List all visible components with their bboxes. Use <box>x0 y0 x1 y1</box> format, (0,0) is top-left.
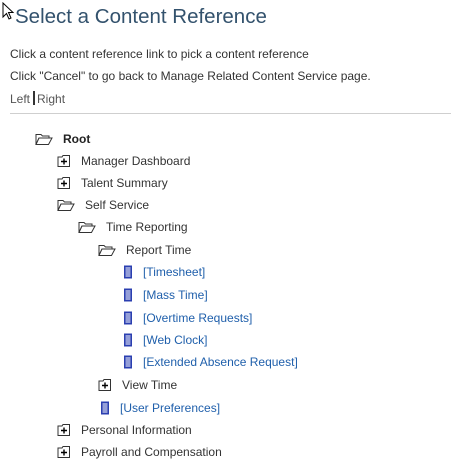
tree-node-label: Personal Information <box>81 423 192 437</box>
tree-node-label: Root <box>63 132 91 146</box>
content-reference-link[interactable]: [Mass Time] <box>143 288 208 302</box>
tree-node-payroll-and-compensation[interactable]: Payroll and Compensation <box>57 444 222 460</box>
tree-leaf-web-clock[interactable]: [Web Clock] <box>123 332 207 348</box>
tree-leaf-mass-time[interactable]: [Mass Time] <box>123 287 208 303</box>
expand-plus-icon[interactable] <box>57 154 71 168</box>
tree-leaf-user-preferences[interactable]: [User Preferences] <box>100 400 220 416</box>
left-right-toggle: Left Right <box>10 91 65 106</box>
tree-node-label: Manager Dashboard <box>81 154 191 168</box>
expand-plus-icon[interactable] <box>57 176 71 190</box>
document-icon <box>123 265 133 279</box>
tree-node-label: Report Time <box>126 243 192 257</box>
tree-node-personal-information[interactable]: Personal Information <box>57 422 192 438</box>
tree-leaf-extended-absence-request[interactable]: [Extended Absence Request] <box>123 354 298 370</box>
open-folder-icon[interactable] <box>98 243 116 257</box>
open-folder-icon[interactable] <box>35 132 53 146</box>
tree-node-label: Time Reporting <box>106 220 188 234</box>
tree-leaf-timesheet[interactable]: [Timesheet] <box>123 264 205 280</box>
content-reference-link[interactable]: [Overtime Requests] <box>143 311 252 325</box>
tree-node-report-time[interactable]: Report Time <box>98 242 191 258</box>
tree-node-view-time[interactable]: View Time <box>98 377 177 393</box>
tree-node-label: Talent Summary <box>81 176 168 190</box>
expand-plus-icon[interactable] <box>98 378 112 392</box>
tree-node-manager-dashboard[interactable]: Manager Dashboard <box>57 153 190 169</box>
header-divider <box>10 113 451 114</box>
content-reference-link[interactable]: [Extended Absence Request] <box>143 355 298 369</box>
tree-node-talent-summary[interactable]: Talent Summary <box>57 175 168 191</box>
content-reference-link[interactable]: [Web Clock] <box>143 333 207 347</box>
document-icon <box>123 311 133 325</box>
document-icon <box>123 288 133 302</box>
tree-node-label: View Time <box>122 378 178 392</box>
page-title: Select a Content Reference <box>15 5 267 28</box>
tree-node-root[interactable]: Root <box>35 131 90 147</box>
select-content-reference-page: Select a Content Reference Click a conte… <box>0 0 451 461</box>
open-folder-icon[interactable] <box>57 198 75 212</box>
document-icon <box>100 401 110 415</box>
content-reference-link[interactable]: [Timesheet] <box>143 265 205 279</box>
tree-node-self-service[interactable]: Self Service <box>57 197 149 213</box>
expand-plus-icon[interactable] <box>57 445 71 459</box>
left-right-separator <box>33 91 36 105</box>
open-folder-icon[interactable] <box>78 220 96 234</box>
content-reference-link[interactable]: [User Preferences] <box>120 401 220 415</box>
document-icon <box>123 355 133 369</box>
left-link[interactable]: Left <box>10 92 30 106</box>
document-icon <box>123 333 133 347</box>
mouse-pointer-icon <box>2 2 15 20</box>
tree-node-label: Payroll and Compensation <box>81 445 222 459</box>
tree-leaf-overtime-requests[interactable]: [Overtime Requests] <box>123 310 252 326</box>
tree-node-time-reporting[interactable]: Time Reporting <box>78 219 188 235</box>
instruction-text-pick: Click a content reference link to pick a… <box>10 47 309 61</box>
instruction-text-cancel: Click "Cancel" to go back to Manage Rela… <box>10 69 371 83</box>
tree-node-label: Self Service <box>85 198 150 212</box>
expand-plus-icon[interactable] <box>57 423 71 437</box>
right-link[interactable]: Right <box>37 92 65 106</box>
